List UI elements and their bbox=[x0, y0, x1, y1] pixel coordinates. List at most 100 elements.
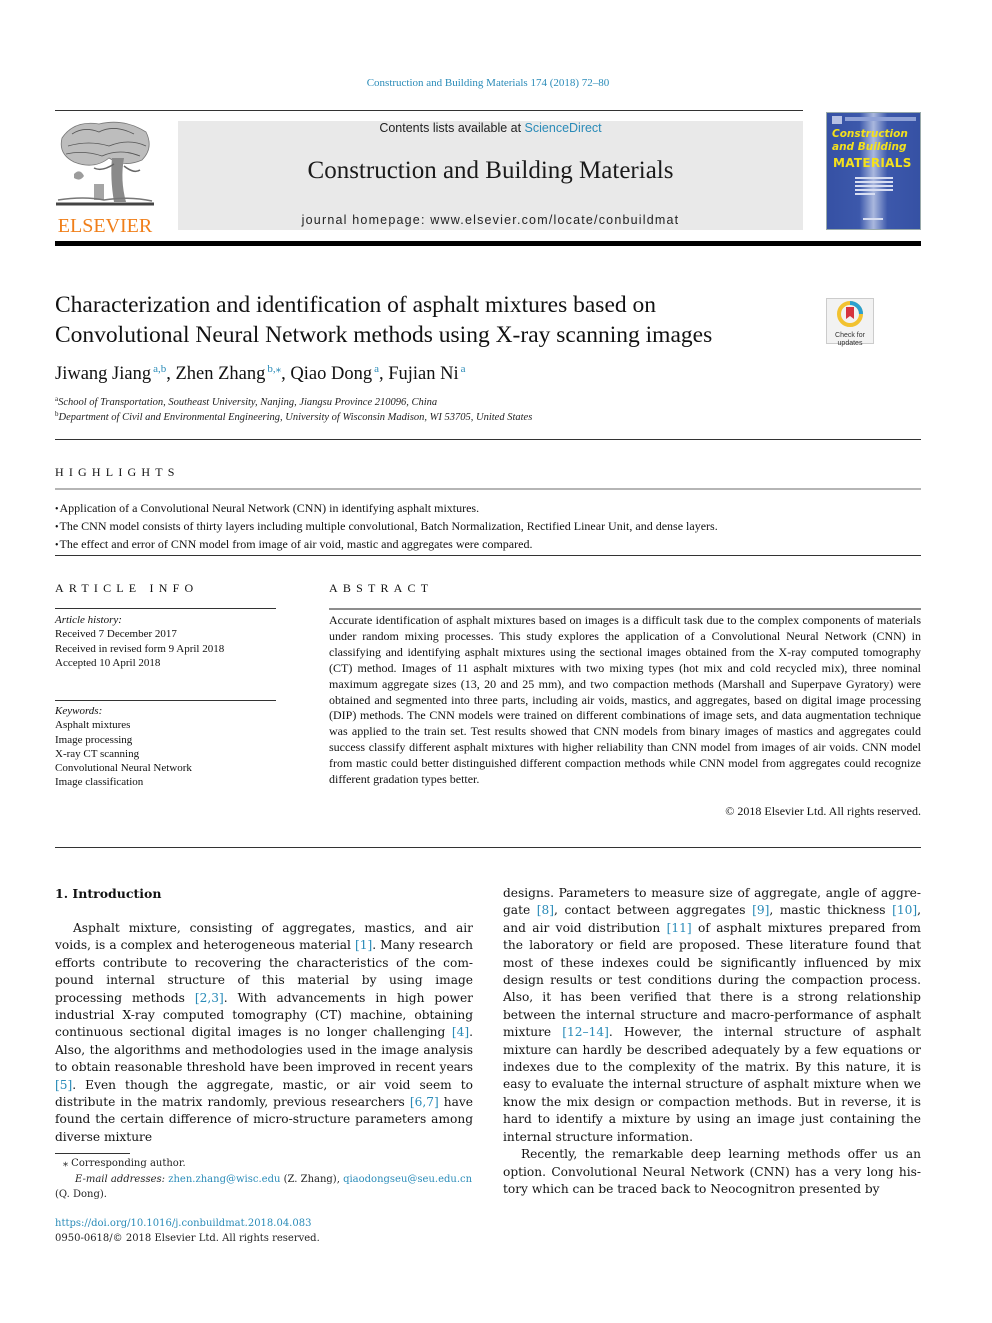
elsevier-tree-icon bbox=[56, 121, 154, 206]
highlights-heading: HIGHLIGHTS bbox=[55, 465, 180, 479]
elsevier-logo[interactable]: ELSEVIER bbox=[54, 118, 156, 237]
cover-fineprint bbox=[863, 218, 883, 220]
cover-publisher-icon bbox=[832, 116, 842, 124]
elsevier-wordmark: ELSEVIER bbox=[57, 215, 153, 237]
author-affiliation-mark[interactable]: a,b bbox=[153, 363, 166, 375]
author[interactable]: Zhen Zhang b,⁎ bbox=[175, 363, 281, 384]
body-text: , contact between aggregates bbox=[554, 903, 753, 918]
cover-title-line3: MATERIALS bbox=[833, 156, 912, 170]
introduction-heading: 1. Introduction bbox=[55, 886, 162, 901]
keywords-label: Keywords: bbox=[55, 705, 103, 717]
highlight-item: Application of a Convolutional Neural Ne… bbox=[55, 500, 921, 518]
corresponding-author-note: ⁎ Corresponding author. bbox=[63, 1158, 186, 1169]
history-accepted: Accepted 10 April 2018 bbox=[55, 656, 161, 669]
cover-fineprint bbox=[855, 185, 893, 187]
contents-prefix: Contents lists available at bbox=[379, 121, 525, 135]
body-column-left: Asphalt mixture, consisting of aggregate… bbox=[55, 920, 473, 1146]
author-name[interactable]: Qiao Dong bbox=[290, 364, 372, 384]
divider bbox=[55, 439, 921, 440]
email-link-dong[interactable]: qiaodongseu@seu.edu.cn bbox=[343, 1174, 472, 1185]
cover-decoration bbox=[845, 117, 916, 121]
author-separator: , bbox=[378, 364, 389, 384]
contents-availability: Contents lists available at ScienceDirec… bbox=[178, 121, 803, 135]
body-column-right: designs. Parameters to measure size of a… bbox=[503, 885, 921, 1198]
citation-link[interactable]: [9] bbox=[752, 903, 769, 917]
article-history-label: Article history: bbox=[55, 614, 122, 626]
history-revised: Received in revised form 9 April 2018 bbox=[55, 642, 225, 655]
author-name[interactable]: Fujian Ni bbox=[388, 364, 458, 384]
author-affiliation-mark[interactable]: a bbox=[461, 363, 466, 375]
email-owner: (Q. Dong). bbox=[55, 1189, 107, 1200]
check-updates-label-2: updates bbox=[837, 340, 863, 347]
keyword-item: Image classification bbox=[55, 776, 144, 789]
sciencedirect-link[interactable]: ScienceDirect bbox=[525, 121, 602, 135]
journal-title: Construction and Building Materials bbox=[307, 157, 674, 184]
author[interactable]: Qiao Dong a bbox=[290, 363, 379, 384]
abstract-heading: ABSTRACT bbox=[329, 581, 434, 595]
cover-title-line2: and Building bbox=[832, 141, 907, 153]
author-separator: , bbox=[281, 364, 291, 384]
keyword-item: Convolutional Neural Network bbox=[55, 762, 192, 775]
doi-block: https://doi.org/10.1016/j.conbuildmat.20… bbox=[55, 1216, 320, 1246]
affiliation-a: aSchool of Transportation, Southeast Uni… bbox=[55, 395, 437, 408]
abstract-text: Accurate identification of asphalt mixtu… bbox=[329, 613, 921, 787]
author-affiliation-mark[interactable]: b,⁎ bbox=[267, 363, 281, 375]
citation-link[interactable]: [8] bbox=[537, 903, 554, 917]
citation-link[interactable]: [11] bbox=[667, 921, 692, 935]
article-info-heading: ARTICLE INFO bbox=[55, 581, 199, 595]
body-text: , mastic thickness bbox=[769, 903, 893, 918]
check-for-updates-button[interactable]: Check for updates bbox=[826, 298, 874, 347]
journal-homepage-link[interactable]: journal homepage: www.elsevier.com/locat… bbox=[178, 213, 803, 227]
citation-link[interactable]: [2,3] bbox=[195, 991, 224, 1005]
cover-fineprint bbox=[855, 177, 893, 179]
citation-link[interactable]: [4] bbox=[452, 1025, 469, 1039]
check-updates-label-1: Check for bbox=[835, 332, 865, 339]
citation-link[interactable]: [10] bbox=[892, 903, 917, 917]
email-label: E-mail addresses: bbox=[75, 1173, 166, 1185]
body-paragraph: Asphalt mixture, consisting of aggregate… bbox=[55, 920, 473, 1146]
footnotes: ⁎ Corresponding author. E-mail addresses… bbox=[55, 1156, 473, 1203]
affiliation-b: bDepartment of Civil and Environmental E… bbox=[55, 410, 532, 423]
body-text: of asphalt mixtures prepared from the la… bbox=[503, 920, 921, 1040]
body-paragraph: designs. Parameters to measure size of a… bbox=[503, 885, 921, 1146]
article-history: Article history: Received 7 December 201… bbox=[55, 613, 276, 670]
keyword-item: Image processing bbox=[55, 733, 133, 746]
cover-fineprint bbox=[855, 193, 875, 195]
article-title: Characterization and identification of a… bbox=[55, 290, 815, 350]
doi-link[interactable]: https://doi.org/10.1016/j.conbuildmat.20… bbox=[55, 1216, 320, 1231]
citation-link[interactable]: [1] bbox=[355, 938, 372, 952]
history-received: Received 7 December 2017 bbox=[55, 628, 177, 641]
author-list: Jiwang Jiang a,b, Zhen Zhang b,⁎, Qiao Don… bbox=[55, 362, 466, 385]
highlight-item: The effect and error of CNN model from i… bbox=[55, 536, 921, 554]
author[interactable]: Fujian Ni a bbox=[388, 363, 466, 384]
email-link-zhang[interactable]: zhen.zhang@wisc.edu bbox=[168, 1174, 280, 1185]
keyword-item: X-ray CT scanning bbox=[55, 747, 140, 760]
top-divider bbox=[55, 110, 803, 111]
divider bbox=[55, 555, 921, 556]
author-name[interactable]: Zhen Zhang bbox=[175, 364, 265, 384]
citation-link[interactable]: [12–14] bbox=[562, 1025, 609, 1039]
keywords: Keywords: Asphalt mixtures Image process… bbox=[55, 704, 276, 790]
citation-link[interactable]: [5] bbox=[55, 1078, 72, 1092]
email-owner: (Z. Zhang), bbox=[280, 1173, 344, 1185]
issn-copyright: 0950-0618/© 2018 Elsevier Ltd. All right… bbox=[55, 1233, 320, 1244]
keywords-divider bbox=[55, 700, 276, 701]
journal-cover-image[interactable]: Construction and Building MATERIALS bbox=[826, 112, 921, 230]
article-info-divider bbox=[55, 608, 276, 609]
cover-fineprint bbox=[855, 181, 893, 183]
journal-citation-link[interactable]: Construction and Building Materials 174 … bbox=[0, 77, 976, 89]
author[interactable]: Jiwang Jiang a,b bbox=[55, 363, 166, 384]
cover-title: Construction and Building bbox=[832, 128, 908, 154]
article-title-line2: Convolutional Neural Network methods usi… bbox=[55, 322, 713, 348]
highlights-divider bbox=[55, 488, 921, 490]
citation-link[interactable]: [6,7] bbox=[410, 1095, 439, 1109]
cover-title-line1: Construction bbox=[832, 128, 908, 140]
highlights-list: Application of a Convolutional Neural Ne… bbox=[55, 500, 921, 554]
abstract-copyright: © 2018 Elsevier Ltd. All rights reserved… bbox=[725, 804, 921, 818]
author-name[interactable]: Jiwang Jiang bbox=[55, 364, 151, 384]
affiliation-text: Department of Civil and Environmental En… bbox=[58, 412, 533, 423]
divider bbox=[55, 847, 921, 848]
highlight-item: The CNN model consists of thirty layers … bbox=[55, 518, 921, 536]
cover-fineprint bbox=[855, 189, 893, 191]
body-paragraph: Recently, the remarkable deep learning m… bbox=[503, 1147, 921, 1196]
